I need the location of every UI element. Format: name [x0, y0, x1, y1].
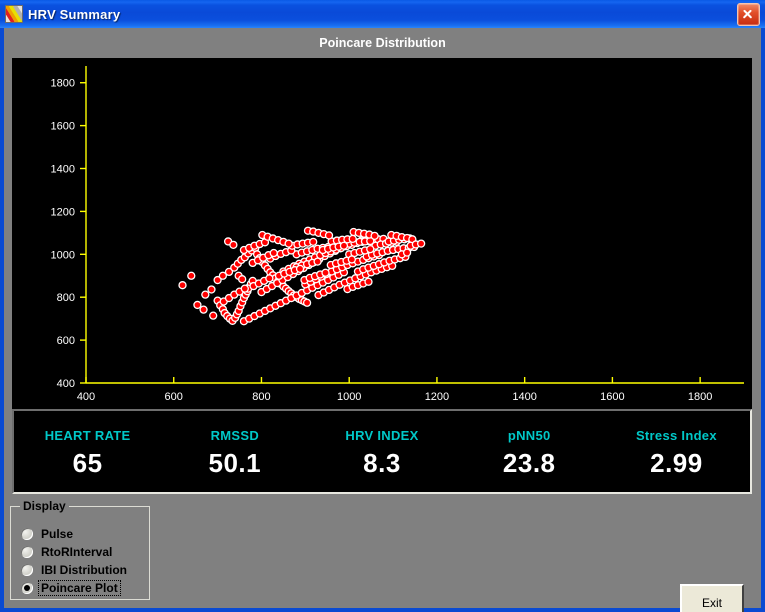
scatter-point [364, 277, 373, 286]
scatter-point [348, 234, 357, 244]
radio-option-label: IBI Distribution [41, 562, 127, 577]
x-axis-tick-label: 1400 [512, 391, 536, 403]
chart-title: Poincare Distribution [319, 36, 446, 50]
close-icon[interactable] [737, 2, 760, 26]
statistics-panel: HEART RATE 65 RMSSD 50.1 HRV INDEX 8.3 p… [12, 409, 752, 494]
stat-label: RMSSD [210, 427, 260, 443]
stat-heart-rate: HEART RATE 65 [14, 411, 161, 492]
display-radio-list: Pulse RtoRInterval IBI Distribution Poincar… [21, 525, 129, 597]
display-group-box: Display Pulse RtoRInterval IBI Distributio… [10, 499, 150, 600]
plot-svg: 400 600 800 1000 1200 1400 1600 1800 400 600 800 10… [51, 66, 744, 403]
display-group-legend: Display [20, 499, 69, 513]
stat-value: 2.99 [650, 447, 703, 478]
radio-button-icon[interactable] [21, 545, 33, 558]
title-bar[interactable]: HRV Summary [0, 0, 765, 28]
scatter-point [193, 300, 202, 310]
rainbow-app-icon [5, 5, 23, 23]
radio-option-3[interactable]: Poincare Plot [21, 579, 129, 596]
scatter-point [339, 241, 349, 250]
scatter-point [309, 237, 318, 247]
radio-button-icon[interactable] [21, 581, 33, 594]
exit-button[interactable]: Exit [680, 584, 744, 612]
stat-label: pNN50 [507, 427, 551, 443]
x-axis-tick-label: 1000 [337, 391, 361, 403]
radio-option-label: Pulse [41, 526, 74, 541]
scatter-point [366, 245, 375, 254]
stat-pnn50: pNN50 23.8 [456, 411, 603, 492]
poincare-scatter-plot: 400 600 800 1000 1200 1400 1600 1800 400 600 800 10… [12, 58, 752, 413]
scatter-point [370, 231, 379, 241]
scatter-point [229, 240, 238, 250]
scatter-point [321, 268, 330, 277]
stat-value: 50.1 [208, 447, 262, 478]
scatter-point [402, 248, 412, 257]
y-axis-tick-label: 400 [57, 378, 75, 390]
scatter-point [269, 248, 278, 258]
scatter-points [178, 226, 426, 326]
scatter-point [209, 311, 218, 320]
stat-label: HRV INDEX [345, 427, 419, 443]
scatter-point [265, 274, 274, 283]
y-axis-tick-label: 1800 [51, 78, 75, 90]
scatter-point [324, 231, 334, 240]
scatter-point [187, 271, 196, 280]
y-axis-tick-label: 1000 [51, 249, 75, 261]
scatter-point [347, 255, 356, 264]
x-axis-tick-label: 1800 [688, 391, 712, 403]
scatter-point [238, 275, 247, 284]
stat-value: 8.3 [363, 447, 401, 478]
title-bar-buttons [737, 2, 765, 26]
radio-option-1[interactable]: RtoRInterval [21, 543, 129, 560]
stat-value: 65 [72, 447, 103, 478]
stat-value: 23.8 [502, 447, 556, 478]
scatter-point [207, 285, 216, 294]
application-window: HRV Summary Poincare Distribution 400 600… [0, 0, 765, 612]
x-axis-tick-label: 1600 [600, 391, 624, 403]
radio-option-label: Poincare Plot [38, 579, 121, 596]
window-title: HRV Summary [28, 6, 121, 22]
radio-button-icon[interactable] [21, 563, 33, 576]
radio-option-0[interactable]: Pulse [21, 525, 129, 542]
scatter-point [416, 239, 426, 248]
x-axis-tick-label: 800 [252, 391, 270, 403]
radio-button-icon[interactable] [21, 527, 33, 540]
scatter-point [302, 298, 312, 307]
scatter-point [295, 264, 305, 274]
x-axis-tick-label: 400 [77, 391, 95, 403]
x-axis-tick-label: 1200 [425, 391, 449, 403]
x-axis-tick-label: 600 [165, 391, 183, 403]
scatter-point [240, 284, 249, 293]
y-axis-tick-label: 800 [57, 292, 75, 304]
y-axis-tick-label: 1600 [51, 121, 75, 133]
stat-label: Stress Index [635, 427, 717, 443]
stat-rmssd: RMSSD 50.1 [161, 411, 308, 492]
stat-hrv-index: HRV INDEX 8.3 [308, 411, 455, 492]
scatter-point [284, 239, 293, 248]
scatter-point [178, 281, 187, 290]
y-axis-tick-label: 600 [57, 335, 75, 347]
radio-option-label: RtoRInterval [41, 544, 113, 559]
y-axis-tick-label: 1200 [51, 206, 75, 218]
stat-stress-index: Stress Index 2.99 [603, 411, 750, 492]
scatter-point [199, 305, 208, 314]
scatter-point [201, 290, 210, 299]
scatter-point [313, 257, 322, 266]
y-axis-tick-label: 1400 [51, 164, 75, 176]
client-area: Poincare Distribution 400 600 800 1000 1200 1… [4, 28, 761, 612]
radio-option-2[interactable]: IBI Distribution [21, 561, 129, 578]
stat-label: HEART RATE [44, 427, 131, 443]
